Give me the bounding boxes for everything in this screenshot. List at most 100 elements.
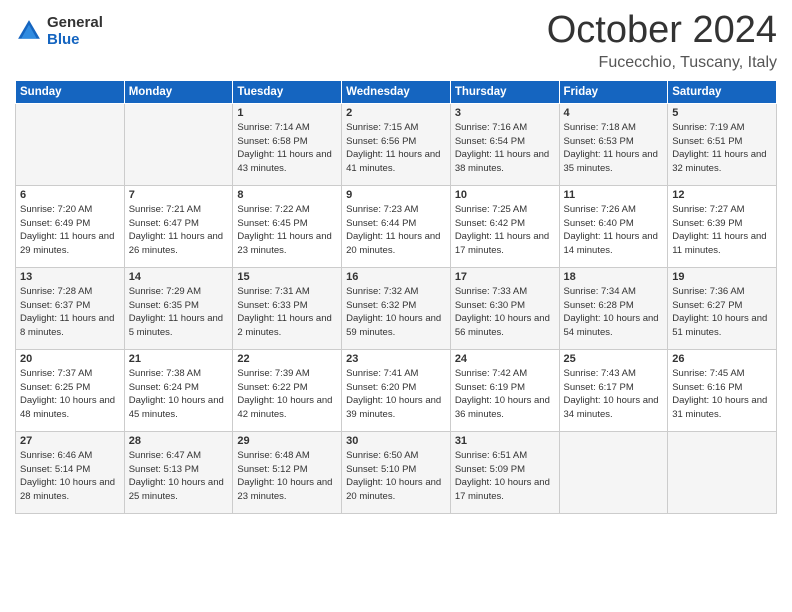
day-number: 19 [672, 271, 772, 283]
calendar-cell: 27Sunrise: 6:46 AMSunset: 5:14 PMDayligh… [16, 431, 125, 513]
day-number: 1 [237, 107, 337, 119]
calendar-cell: 6Sunrise: 7:20 AMSunset: 6:49 PMDaylight… [16, 185, 125, 267]
col-saturday: Saturday [668, 80, 777, 103]
cell-info: Sunrise: 7:20 AMSunset: 6:49 PMDaylight:… [20, 203, 120, 258]
day-number: 28 [129, 435, 229, 447]
cell-info: Sunrise: 7:28 AMSunset: 6:37 PMDaylight:… [20, 285, 120, 340]
calendar-cell: 16 Sunrise: 7:32 AMSunset: 6:32 PMDayligh… [342, 267, 451, 349]
calendar-cell: 9 Sunrise: 7:23 AMSunset: 6:44 PMDaylight… [342, 185, 451, 267]
calendar-week-3: 13 Sunrise: 7:28 AMSunset: 6:37 PMDayligh… [16, 267, 777, 349]
day-number: 17 [455, 271, 555, 283]
day-number: 16 [346, 271, 446, 283]
day-number: 8 [237, 189, 337, 201]
calendar-cell: 15Sunrise: 7:31 AMSunset: 6:33 PMDayligh… [233, 267, 342, 349]
logo-text: General Blue [47, 14, 103, 48]
day-number: 10 [455, 189, 555, 201]
logo-icon [15, 17, 43, 45]
cell-info: Sunrise: 7:36 AMSunset: 6:27 PMDaylight:… [672, 285, 772, 340]
calendar-cell: 4 Sunrise: 7:18 AMSunset: 6:53 PMDaylight… [559, 103, 668, 185]
cell-info: Sunrise: 7:16 AMSunset: 6:54 PMDaylight:… [455, 121, 555, 176]
month-title: October 2024 [547, 10, 777, 52]
title-block: October 2024 Fucecchio, Tuscany, Italy [547, 10, 777, 72]
header: General Blue October 2024 Fucecchio, Tus… [15, 10, 777, 72]
day-number: 22 [237, 353, 337, 365]
calendar-cell: 13 Sunrise: 7:28 AMSunset: 6:37 PMDayligh… [16, 267, 125, 349]
day-number: 23 [346, 353, 446, 365]
cell-info: Sunrise: 7:31 AMSunset: 6:33 PMDaylight:… [237, 285, 337, 340]
cell-info: Sunrise: 7:34 AMSunset: 6:28 PMDaylight:… [564, 285, 664, 340]
cell-info: Sunrise: 7:21 AMSunset: 6:47 PMDaylight:… [129, 203, 229, 258]
day-number: 31 [455, 435, 555, 447]
day-number: 29 [237, 435, 337, 447]
day-number: 5 [672, 107, 772, 119]
col-sunday: Sunday [16, 80, 125, 103]
cell-info: Sunrise: 6:47 AMSunset: 5:13 PMDaylight:… [129, 449, 229, 504]
calendar-cell: 29 Sunrise: 6:48 AMSunset: 5:12 PMDayligh… [233, 431, 342, 513]
cell-info: Sunrise: 7:33 AMSunset: 6:30 PMDaylight:… [455, 285, 555, 340]
cell-info: Sunrise: 6:51 AMSunset: 5:09 PMDaylight:… [455, 449, 555, 504]
calendar-cell: 12 Sunrise: 7:27 AMSunset: 6:39 PMDayligh… [668, 185, 777, 267]
calendar-cell: 20 Sunrise: 7:37 AMSunset: 6:25 PMDayligh… [16, 349, 125, 431]
day-number: 11 [564, 189, 664, 201]
day-number: 12 [672, 189, 772, 201]
calendar-cell: 18 Sunrise: 7:34 AMSunset: 6:28 PMDayligh… [559, 267, 668, 349]
col-thursday: Thursday [450, 80, 559, 103]
cell-info: Sunrise: 6:50 AMSunset: 5:10 PMDaylight:… [346, 449, 446, 504]
day-number: 7 [129, 189, 229, 201]
calendar-cell: 10 Sunrise: 7:25 AMSunset: 6:42 PMDayligh… [450, 185, 559, 267]
calendar-cell: 21Sunrise: 7:38 AMSunset: 6:24 PMDayligh… [124, 349, 233, 431]
col-tuesday: Tuesday [233, 80, 342, 103]
cell-info: Sunrise: 7:37 AMSunset: 6:25 PMDaylight:… [20, 367, 120, 422]
cell-info: Sunrise: 7:19 AMSunset: 6:51 PMDaylight:… [672, 121, 772, 176]
day-number: 9 [346, 189, 446, 201]
cell-info: Sunrise: 7:25 AMSunset: 6:42 PMDaylight:… [455, 203, 555, 258]
calendar-cell: 8Sunrise: 7:22 AMSunset: 6:45 PMDaylight… [233, 185, 342, 267]
cell-info: Sunrise: 7:18 AMSunset: 6:53 PMDaylight:… [564, 121, 664, 176]
day-number: 14 [129, 271, 229, 283]
calendar-cell: 25Sunrise: 7:43 AMSunset: 6:17 PMDayligh… [559, 349, 668, 431]
cell-info: Sunrise: 6:46 AMSunset: 5:14 PMDaylight:… [20, 449, 120, 504]
header-row: Sunday Monday Tuesday Wednesday Thursday… [16, 80, 777, 103]
calendar-week-5: 27Sunrise: 6:46 AMSunset: 5:14 PMDayligh… [16, 431, 777, 513]
cell-info: Sunrise: 7:29 AMSunset: 6:35 PMDaylight:… [129, 285, 229, 340]
calendar-cell: 26 Sunrise: 7:45 AMSunset: 6:16 PMDayligh… [668, 349, 777, 431]
calendar-week-2: 6Sunrise: 7:20 AMSunset: 6:49 PMDaylight… [16, 185, 777, 267]
cell-info: Sunrise: 7:32 AMSunset: 6:32 PMDaylight:… [346, 285, 446, 340]
cell-info: Sunrise: 7:45 AMSunset: 6:16 PMDaylight:… [672, 367, 772, 422]
calendar-table: Sunday Monday Tuesday Wednesday Thursday… [15, 80, 777, 514]
cell-info: Sunrise: 7:27 AMSunset: 6:39 PMDaylight:… [672, 203, 772, 258]
day-number: 30 [346, 435, 446, 447]
day-number: 13 [20, 271, 120, 283]
calendar-cell: 11 Sunrise: 7:26 AMSunset: 6:40 PMDayligh… [559, 185, 668, 267]
day-number: 4 [564, 107, 664, 119]
calendar-cell: 28 Sunrise: 6:47 AMSunset: 5:13 PMDayligh… [124, 431, 233, 513]
calendar-cell [559, 431, 668, 513]
calendar-cell: 3 Sunrise: 7:16 AMSunset: 6:54 PMDaylight… [450, 103, 559, 185]
calendar-cell: 17 Sunrise: 7:33 AMSunset: 6:30 PMDayligh… [450, 267, 559, 349]
location-title: Fucecchio, Tuscany, Italy [547, 54, 777, 72]
cell-info: Sunrise: 7:43 AMSunset: 6:17 PMDaylight:… [564, 367, 664, 422]
day-number: 18 [564, 271, 664, 283]
day-number: 3 [455, 107, 555, 119]
calendar-cell: 23Sunrise: 7:41 AMSunset: 6:20 PMDayligh… [342, 349, 451, 431]
calendar-cell: 19 Sunrise: 7:36 AMSunset: 6:27 PMDayligh… [668, 267, 777, 349]
calendar-cell [668, 431, 777, 513]
day-number: 24 [455, 353, 555, 365]
day-number: 20 [20, 353, 120, 365]
cell-info: Sunrise: 7:42 AMSunset: 6:19 PMDaylight:… [455, 367, 555, 422]
col-friday: Friday [559, 80, 668, 103]
page-container: General Blue October 2024 Fucecchio, Tus… [0, 0, 792, 524]
day-number: 2 [346, 107, 446, 119]
cell-info: Sunrise: 7:39 AMSunset: 6:22 PMDaylight:… [237, 367, 337, 422]
calendar-cell: 7 Sunrise: 7:21 AMSunset: 6:47 PMDaylight… [124, 185, 233, 267]
calendar-cell: 2 Sunrise: 7:15 AMSunset: 6:56 PMDaylight… [342, 103, 451, 185]
calendar-cell: 30 Sunrise: 6:50 AMSunset: 5:10 PMDayligh… [342, 431, 451, 513]
calendar-cell: 31 Sunrise: 6:51 AMSunset: 5:09 PMDayligh… [450, 431, 559, 513]
cell-info: Sunrise: 7:23 AMSunset: 6:44 PMDaylight:… [346, 203, 446, 258]
cell-info: Sunrise: 6:48 AMSunset: 5:12 PMDaylight:… [237, 449, 337, 504]
cell-info: Sunrise: 7:26 AMSunset: 6:40 PMDaylight:… [564, 203, 664, 258]
calendar-cell [16, 103, 125, 185]
cell-info: Sunrise: 7:15 AMSunset: 6:56 PMDaylight:… [346, 121, 446, 176]
calendar-cell: 14 Sunrise: 7:29 AMSunset: 6:35 PMDayligh… [124, 267, 233, 349]
day-number: 26 [672, 353, 772, 365]
